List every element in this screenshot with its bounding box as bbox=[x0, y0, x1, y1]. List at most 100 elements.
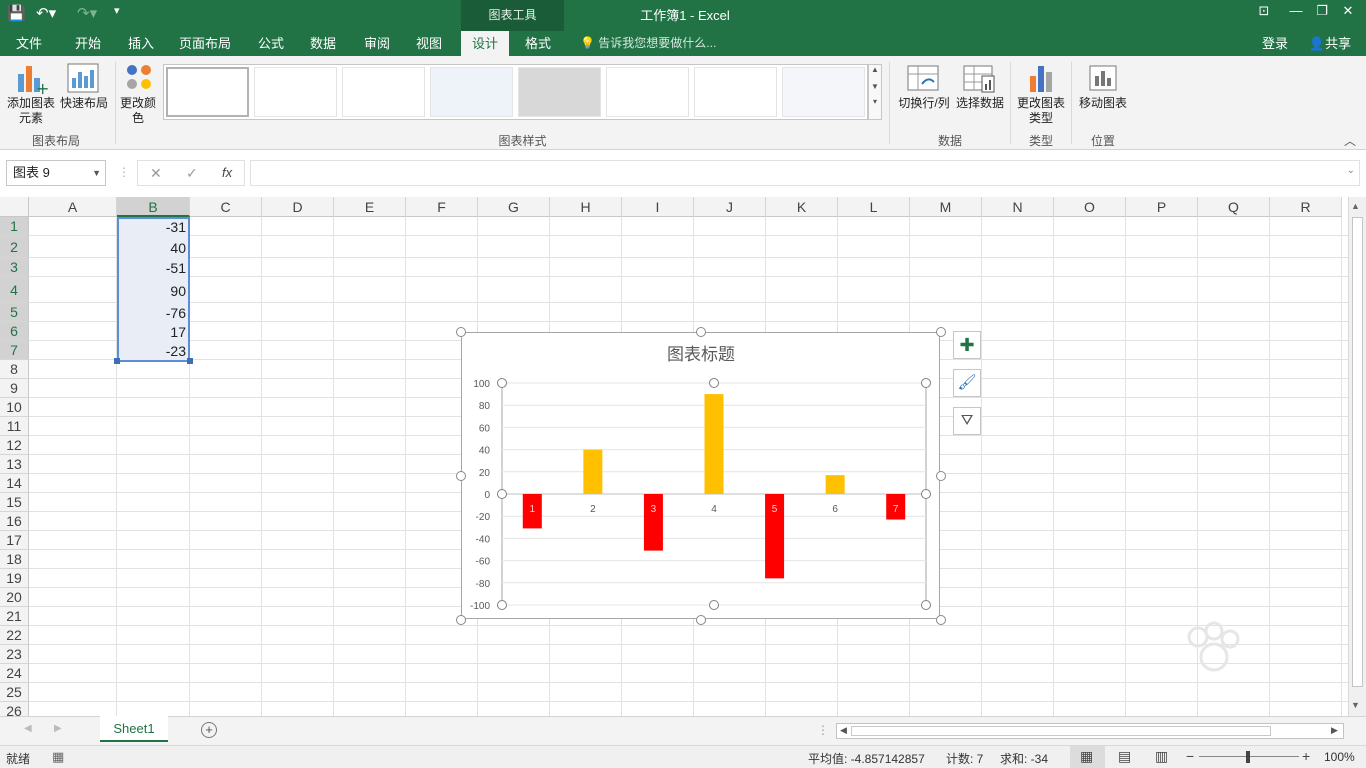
restore-icon[interactable]: ❐ bbox=[1312, 3, 1332, 19]
column-header-e[interactable]: E bbox=[334, 197, 406, 217]
chart-object[interactable]: 图表标题 100 80 60 40 20 0 -20 -40 -60 -80 -100 1 2 3 4 5 6 7 bbox=[461, 332, 940, 619]
new-sheet-button[interactable]: + bbox=[201, 722, 217, 738]
add-chart-element-icon[interactable]: + bbox=[14, 62, 49, 98]
collapse-ribbon-icon[interactable]: ︿ bbox=[1344, 132, 1356, 149]
page-layout-view-icon[interactable]: ▤ bbox=[1118, 748, 1131, 765]
expand-formula-icon[interactable]: ⌄ bbox=[1347, 165, 1355, 176]
switch-row-column-icon[interactable] bbox=[906, 62, 940, 96]
chart-resize-handle[interactable] bbox=[696, 615, 706, 625]
column-header-h[interactable]: H bbox=[550, 197, 622, 217]
move-chart-button[interactable]: 移动图表 bbox=[1074, 96, 1132, 111]
row-header-12[interactable]: 12 bbox=[0, 436, 29, 455]
tab-data[interactable]: 数据 bbox=[302, 31, 344, 56]
column-header-i[interactable]: I bbox=[622, 197, 694, 217]
horizontal-scrollbar[interactable]: ◀ ▶ bbox=[836, 723, 1344, 739]
cell-b7[interactable]: -23 bbox=[117, 341, 190, 360]
status-sum[interactable]: 求和: -34 bbox=[1000, 750, 1048, 767]
tab-view[interactable]: 视图 bbox=[408, 31, 450, 56]
column-header-k[interactable]: K bbox=[766, 197, 838, 217]
h-scroll-thumb[interactable] bbox=[851, 726, 1271, 736]
column-header-d[interactable]: D bbox=[262, 197, 334, 217]
row-header-6[interactable]: 6 bbox=[0, 322, 29, 341]
login-link[interactable]: 登录 bbox=[1254, 31, 1296, 56]
column-header-n[interactable]: N bbox=[982, 197, 1054, 217]
chart-bar[interactable] bbox=[825, 475, 845, 494]
chart-resize-handle[interactable] bbox=[456, 615, 466, 625]
row-header-20[interactable]: 20 bbox=[0, 588, 29, 607]
row-header-16[interactable]: 16 bbox=[0, 512, 29, 531]
chart-style-6[interactable] bbox=[606, 67, 689, 117]
chart-bar[interactable] bbox=[583, 449, 603, 494]
chart-styles-button[interactable]: 🖌 bbox=[953, 369, 981, 397]
column-header-f[interactable]: F bbox=[406, 197, 478, 217]
row-header-25[interactable]: 25 bbox=[0, 683, 29, 702]
switch-row-column-button[interactable]: 切换行/列 bbox=[895, 96, 953, 111]
chart-resize-handle[interactable] bbox=[936, 615, 946, 625]
row-header-10[interactable]: 10 bbox=[0, 398, 29, 417]
cancel-icon[interactable]: ✕ bbox=[150, 165, 162, 182]
column-header-p[interactable]: P bbox=[1126, 197, 1198, 217]
enter-icon[interactable]: ✓ bbox=[186, 165, 198, 182]
chart-style-5[interactable] bbox=[518, 67, 601, 117]
change-chart-type-button[interactable]: 更改图表类型 bbox=[1014, 96, 1068, 126]
chevron-down-icon[interactable]: ▼ bbox=[869, 82, 881, 91]
share-button[interactable]: 👤共享 bbox=[1302, 31, 1358, 56]
cell-b3[interactable]: -51 bbox=[117, 258, 190, 277]
cell-b5[interactable]: -76 bbox=[117, 303, 190, 322]
chart-elements-button[interactable]: ✚ bbox=[953, 331, 981, 359]
tab-home[interactable]: 开始 bbox=[66, 31, 110, 56]
change-chart-type-icon[interactable] bbox=[1026, 62, 1056, 96]
chart-resize-handle[interactable] bbox=[696, 327, 706, 337]
row-header-8[interactable]: 8 bbox=[0, 360, 29, 379]
vertical-scrollbar[interactable]: ▲ ▼ bbox=[1348, 197, 1366, 716]
column-header-q[interactable]: Q bbox=[1198, 197, 1270, 217]
row-header-11[interactable]: 11 bbox=[0, 417, 29, 436]
column-header-g[interactable]: G bbox=[478, 197, 550, 217]
split-handle-icon[interactable]: ⋮ bbox=[817, 723, 829, 737]
tab-design[interactable]: 设计 bbox=[461, 31, 509, 56]
more-styles-icon[interactable]: ▾ bbox=[869, 97, 881, 106]
ribbon-display-icon[interactable]: ⊡ bbox=[1254, 3, 1274, 19]
column-header-l[interactable]: L bbox=[838, 197, 910, 217]
column-header-b[interactable]: B bbox=[117, 197, 190, 217]
chart-bar[interactable] bbox=[643, 494, 663, 551]
drag-handle-icon[interactable]: ⋮ bbox=[118, 165, 130, 179]
scroll-right-icon[interactable]: ▶ bbox=[1331, 725, 1338, 736]
select-all-corner[interactable] bbox=[0, 197, 29, 217]
zoom-in-icon[interactable]: + bbox=[1302, 748, 1310, 764]
tab-file[interactable]: 文件 bbox=[8, 31, 50, 56]
chart-style-3[interactable] bbox=[342, 67, 425, 117]
chart-style-7[interactable] bbox=[694, 67, 777, 117]
name-box[interactable]: 图表 9 ▼ bbox=[6, 160, 106, 186]
plot-area-handle[interactable] bbox=[497, 600, 507, 610]
row-header-23[interactable]: 23 bbox=[0, 645, 29, 664]
change-colors-button[interactable]: 更改颜色 bbox=[116, 96, 160, 126]
row-header-19[interactable]: 19 bbox=[0, 569, 29, 588]
close-icon[interactable]: ✕ bbox=[1338, 3, 1358, 19]
row-header-1[interactable]: 1 bbox=[0, 217, 29, 236]
plot-area-handle[interactable] bbox=[709, 600, 719, 610]
row-header-2[interactable]: 2 bbox=[0, 236, 29, 258]
plot-area-handle[interactable] bbox=[921, 378, 931, 388]
scroll-left-icon[interactable]: ◀ bbox=[840, 725, 847, 736]
row-header-24[interactable]: 24 bbox=[0, 664, 29, 683]
column-header-j[interactable]: J bbox=[694, 197, 766, 217]
select-data-icon[interactable] bbox=[962, 62, 996, 96]
scroll-up-icon[interactable]: ▲ bbox=[1351, 201, 1360, 211]
plot-area-handle[interactable] bbox=[921, 489, 931, 499]
gallery-scroll[interactable]: ▲ ▼ ▾ bbox=[868, 64, 882, 120]
row-header-15[interactable]: 15 bbox=[0, 493, 29, 512]
formula-input[interactable]: ⌄ bbox=[250, 160, 1360, 186]
add-chart-element-button[interactable]: 添加图表元素 bbox=[4, 96, 58, 126]
select-data-button[interactable]: 选择数据 bbox=[953, 96, 1007, 111]
move-chart-icon[interactable] bbox=[1086, 62, 1120, 96]
tab-format[interactable]: 格式 bbox=[516, 31, 560, 56]
status-average[interactable]: 平均值: -4.857142857 bbox=[808, 750, 925, 767]
tab-insert[interactable]: 插入 bbox=[120, 31, 162, 56]
chart-style-4[interactable] bbox=[430, 67, 513, 117]
normal-view-icon[interactable]: ▦ bbox=[1080, 748, 1093, 765]
chart-resize-handle[interactable] bbox=[936, 327, 946, 337]
chevron-down-icon[interactable]: ▼ bbox=[92, 161, 101, 185]
chart-filters-button[interactable]: ⛛ bbox=[953, 407, 981, 435]
chart-resize-handle[interactable] bbox=[456, 471, 466, 481]
